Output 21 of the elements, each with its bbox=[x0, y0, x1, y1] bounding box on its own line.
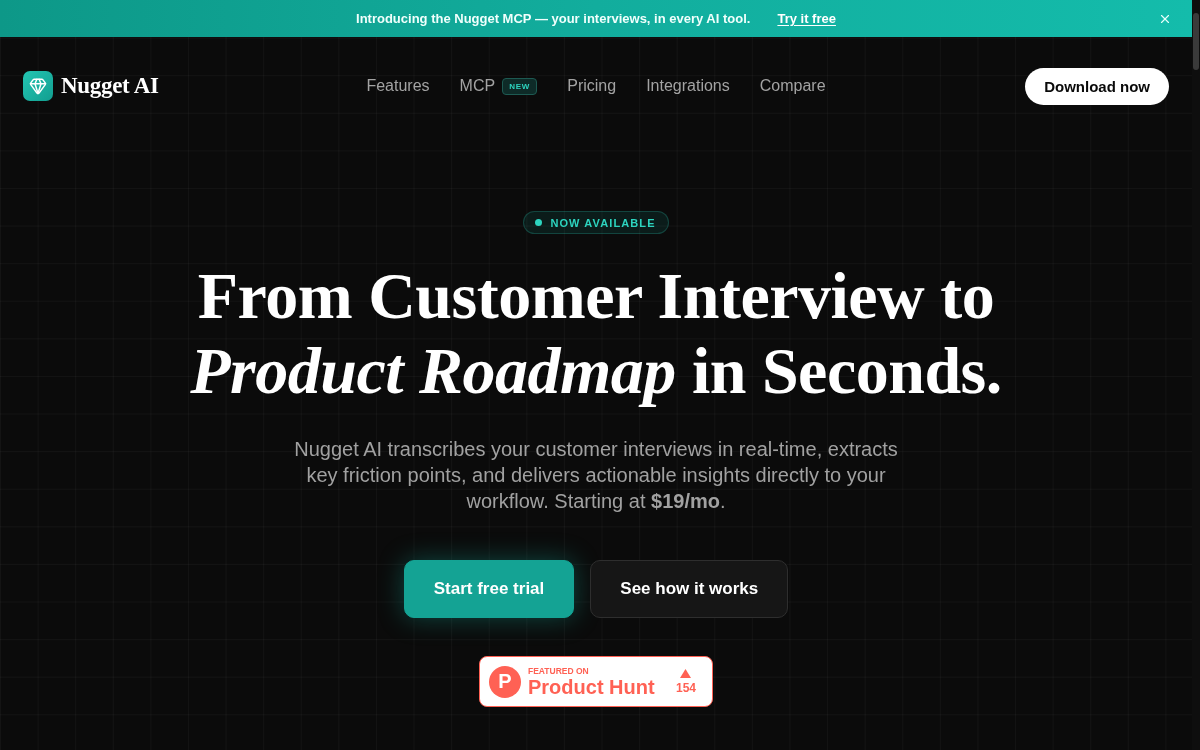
nav-link[interactable]: Integrations bbox=[646, 77, 730, 95]
upvote-triangle-icon bbox=[680, 668, 692, 678]
eyebrow-text: NOW AVAILABLE bbox=[550, 216, 656, 229]
scrollbar-thumb[interactable] bbox=[1193, 13, 1199, 70]
nav-link[interactable]: Features bbox=[366, 77, 430, 95]
status-dot-icon bbox=[535, 219, 543, 226]
new-badge: NEW bbox=[502, 77, 538, 95]
product-hunt-logo: P bbox=[489, 665, 521, 698]
nav-link[interactable]: Compare bbox=[759, 77, 826, 95]
featured-label: FEATURED ON bbox=[528, 665, 590, 676]
how-it-works-button[interactable]: See how it works bbox=[590, 560, 789, 618]
gem-logo-icon bbox=[23, 71, 53, 101]
hero-description: Nugget AI transcribes your customer interviews in real-time, extracts key friction points, and delivers actionable insights directly to your workflow. Starting at $19/mo. bbox=[293, 437, 899, 514]
nav-link[interactable]: Pricing bbox=[567, 77, 617, 95]
vote-count: 154 bbox=[675, 680, 696, 695]
announcement-text: Introducing the Nugget MCP — your interviews, in every AI tool. bbox=[356, 11, 751, 26]
brand-name[interactable]: Nugget AI bbox=[61, 73, 159, 99]
hero-headline: From Customer Interview to Product Roadmap in Seconds. bbox=[189, 258, 1003, 408]
nav-link[interactable]: MCP NEW bbox=[459, 77, 538, 95]
product-hunt-name: Product Hunt bbox=[528, 675, 656, 698]
download-button[interactable]: Download now bbox=[1025, 67, 1169, 105]
